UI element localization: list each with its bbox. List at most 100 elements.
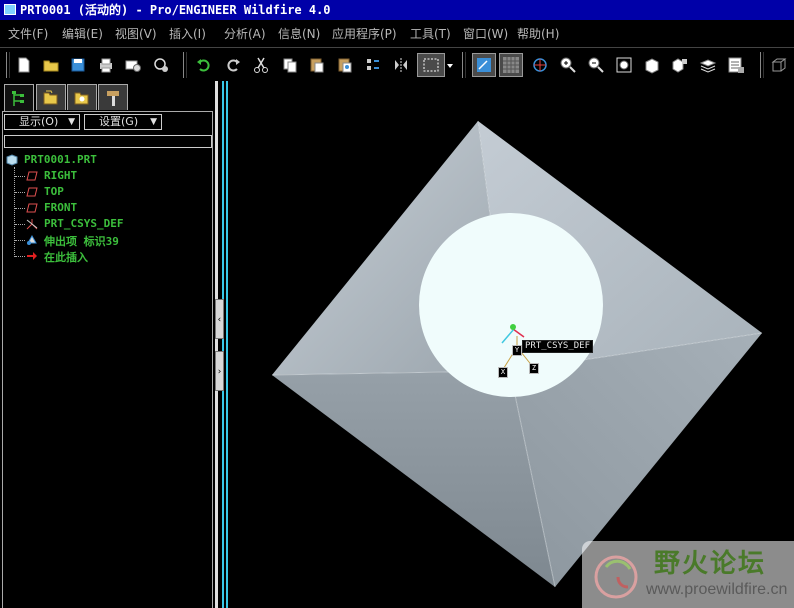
menu-edit[interactable]: 编辑(E)	[62, 25, 103, 42]
settings-dropdown-label: 设置(G)	[99, 115, 139, 128]
mirror-button[interactable]	[390, 54, 412, 76]
settings-dropdown[interactable]: 设置(G) ▼	[84, 114, 162, 130]
tree-connector	[15, 224, 25, 225]
splitter-bar	[222, 81, 224, 608]
paste-icon	[310, 58, 324, 73]
tab-favorites[interactable]	[67, 84, 97, 110]
repaint-button[interactable]	[472, 53, 496, 77]
toolbar-grip[interactable]	[760, 52, 764, 78]
tree-item-label: TOP	[44, 185, 64, 198]
reorient-icon	[645, 58, 659, 74]
datum-plane-icon	[26, 203, 38, 213]
circular-top-face	[419, 213, 603, 397]
tree-item-label: PRT0001.PRT	[24, 153, 97, 166]
show-dropdown-label: 显示(O)	[19, 115, 59, 128]
cut-button[interactable]	[250, 54, 272, 76]
tree-item-label: PRT_CSYS_DEF	[44, 217, 124, 230]
save-icon	[71, 58, 85, 72]
send-mail-button[interactable]	[122, 54, 144, 76]
orient-mode-button[interactable]	[529, 54, 551, 76]
navigator-panel: 显示(O) ▼ 设置(G) ▼ PRT0001.PRT RIGHT TOP FR…	[0, 81, 214, 608]
refit-icon	[616, 57, 632, 73]
favorites-folder-icon	[74, 92, 89, 104]
zoom-in-button[interactable]	[557, 54, 579, 76]
forum-url: www.proewildfire.cn	[646, 581, 788, 598]
open-button[interactable]	[40, 54, 62, 76]
shading-grid-icon	[503, 57, 519, 73]
window-title: PRT0001 (活动的) - Pro/ENGINEER Wildfire 4.…	[20, 3, 331, 17]
redo-icon	[227, 59, 240, 72]
redo-button[interactable]	[222, 54, 244, 76]
tree-connector	[15, 256, 25, 257]
tree-connector	[15, 192, 25, 193]
axis-x-tag: X	[498, 367, 508, 378]
menu-bar: 文件(F) 编辑(E) 视图(V) 插入(I) 分析(A) 信息(N) 应用程序…	[0, 22, 794, 44]
datum-plane-icon	[771, 58, 787, 72]
reorient-button[interactable]	[641, 54, 663, 76]
toolbar-grip[interactable]	[462, 52, 466, 78]
tree-connector	[15, 176, 25, 177]
menu-tools[interactable]: 工具(T)	[410, 25, 451, 42]
regenerate-button[interactable]	[362, 54, 384, 76]
datum-display-button[interactable]	[768, 54, 790, 76]
zoom-out-button[interactable]	[585, 54, 607, 76]
menu-info[interactable]: 信息(N)	[278, 25, 320, 42]
datum-plane-icon	[26, 187, 38, 197]
paste-special-button[interactable]	[334, 54, 356, 76]
refit-button[interactable]	[613, 54, 635, 76]
forum-name: 野火论坛	[654, 549, 767, 579]
tree-connector	[15, 208, 25, 209]
menu-window[interactable]: 窗口(W)	[463, 25, 508, 42]
copy-button[interactable]	[279, 54, 301, 76]
save-button[interactable]	[67, 54, 89, 76]
paste-special-icon	[338, 58, 352, 73]
show-dropdown[interactable]: 显示(O) ▼	[4, 114, 80, 130]
link-icon	[154, 58, 168, 72]
tree-filter-input[interactable]	[4, 135, 212, 148]
menu-applications[interactable]: 应用程序(P)	[332, 25, 397, 42]
tab-folder-browser[interactable]	[36, 84, 66, 110]
pyramid-model	[271, 120, 763, 588]
expand-right-button[interactable]: ›	[215, 351, 224, 391]
title-bar: PRT0001 (活动的) - Pro/ENGINEER Wildfire 4.…	[0, 0, 794, 20]
send-link-button[interactable]	[150, 54, 172, 76]
coordinate-system-icon	[26, 219, 38, 230]
menu-view[interactable]: 视图(V)	[115, 25, 157, 42]
collapse-left-button[interactable]: ‹	[215, 299, 224, 339]
menu-file[interactable]: 文件(F)	[8, 25, 48, 42]
printer-icon	[100, 58, 112, 73]
menu-insert[interactable]: 插入(I)	[169, 25, 206, 42]
view-manager-button[interactable]	[725, 54, 747, 76]
spin-center-icon	[533, 58, 547, 72]
saved-views-button[interactable]	[669, 54, 691, 76]
panel-splitter[interactable]: ‹ ›	[214, 81, 228, 608]
tree-connector	[15, 240, 25, 241]
menu-analysis[interactable]: 分析(A)	[224, 25, 266, 42]
arrow-right-icon	[27, 252, 37, 260]
model-tree-icon	[12, 90, 24, 106]
tab-connections[interactable]	[98, 84, 128, 110]
undo-button[interactable]	[193, 54, 215, 76]
splitter-bar	[215, 81, 218, 608]
paste-button[interactable]	[306, 54, 328, 76]
toolbar-grip[interactable]	[6, 52, 10, 78]
graphics-window[interactable]: PRT_CSYS_DEF Y X Z	[228, 81, 794, 608]
regenerate-icon	[367, 59, 379, 70]
selection-box-button[interactable]	[417, 53, 445, 77]
zoom-in-icon	[560, 57, 576, 73]
print-button[interactable]	[95, 54, 117, 76]
layers-icon	[699, 59, 717, 73]
layers-button[interactable]	[697, 54, 719, 76]
new-file-button[interactable]	[13, 54, 35, 76]
forum-watermark: 野火论坛 www.proewildfire.cn	[582, 541, 794, 608]
pyramid-face-bottom	[272, 371, 555, 587]
menu-help[interactable]: 帮助(H)	[517, 25, 559, 42]
saved-views-icon	[672, 58, 687, 73]
shading-button[interactable]	[499, 53, 523, 77]
chevron-down-icon: ▼	[68, 117, 75, 127]
toolbar-grip[interactable]	[183, 52, 187, 78]
folder-browser-icon	[43, 90, 58, 104]
selection-dropdown[interactable]	[445, 54, 455, 76]
tab-model-tree[interactable]	[4, 84, 34, 112]
csys-label[interactable]: PRT_CSYS_DEF	[522, 340, 594, 353]
